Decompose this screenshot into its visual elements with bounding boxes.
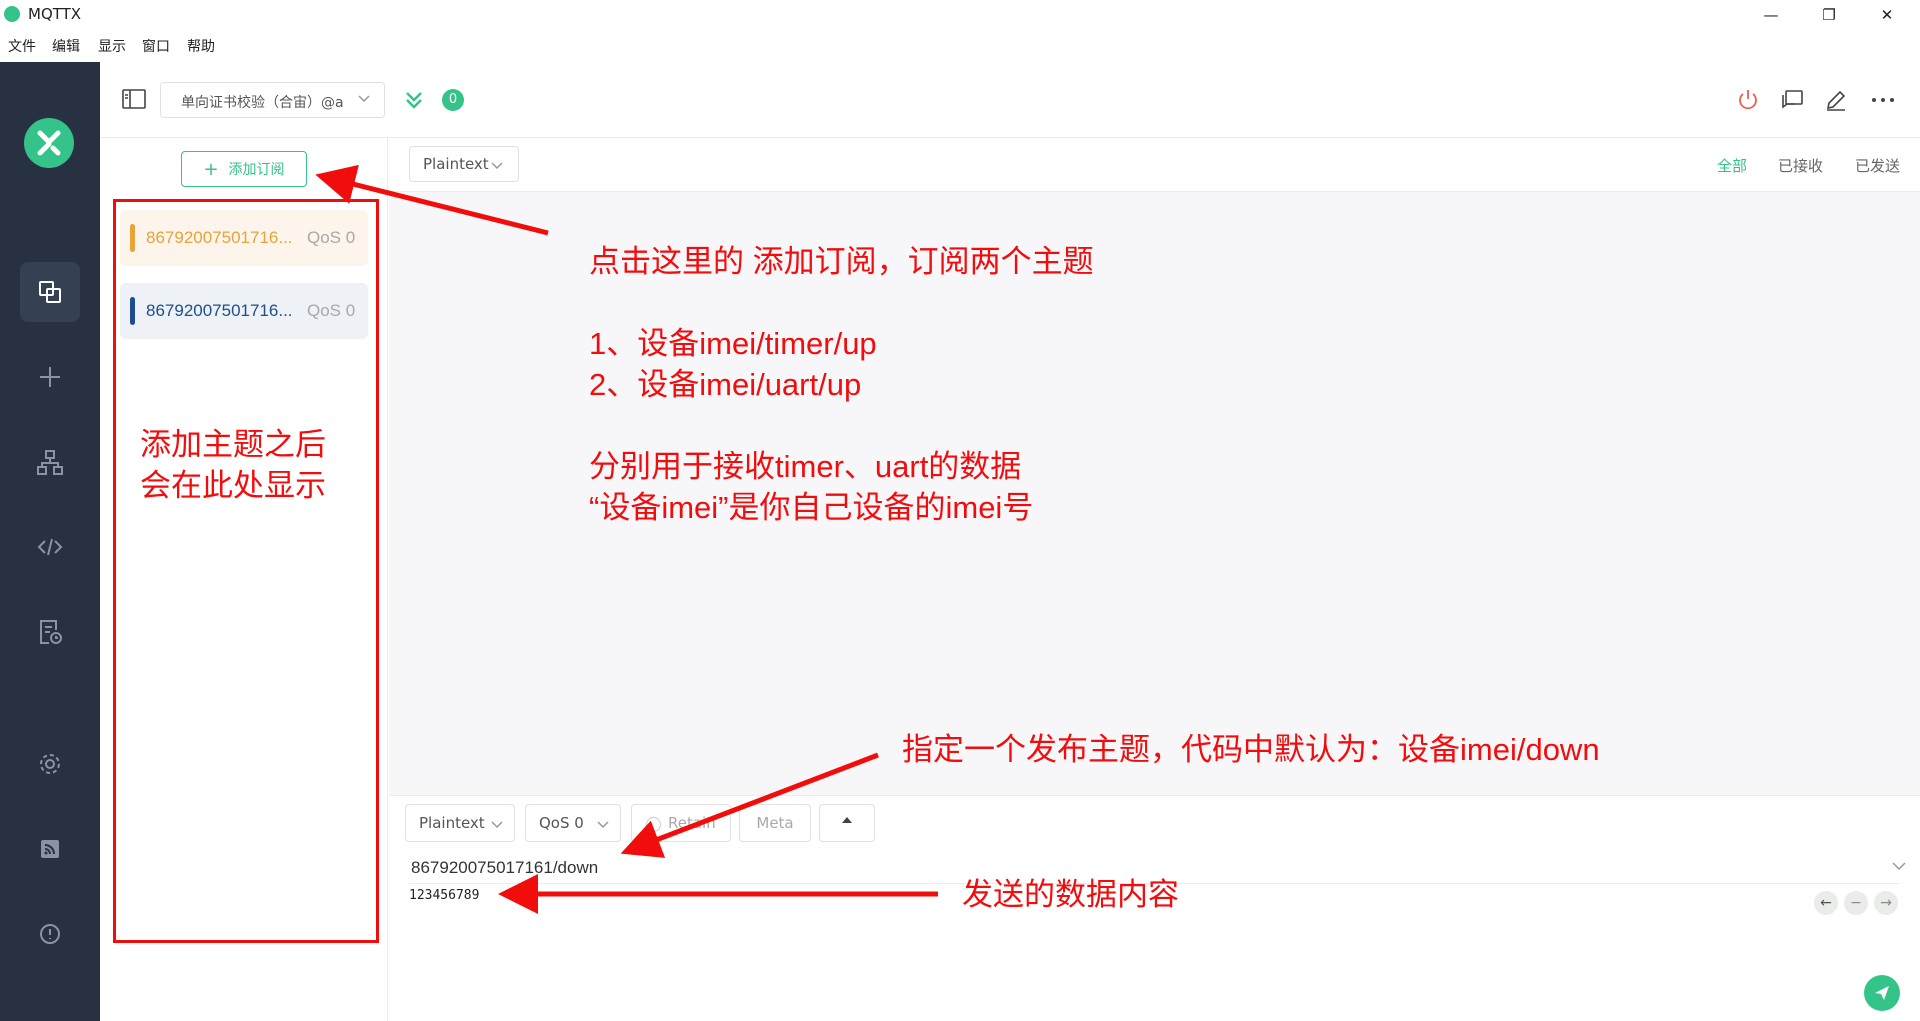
annotation-arrows [315,164,938,914]
arrow-to-publish-topic [620,752,879,858]
arrow-to-add-subscription [315,164,549,236]
